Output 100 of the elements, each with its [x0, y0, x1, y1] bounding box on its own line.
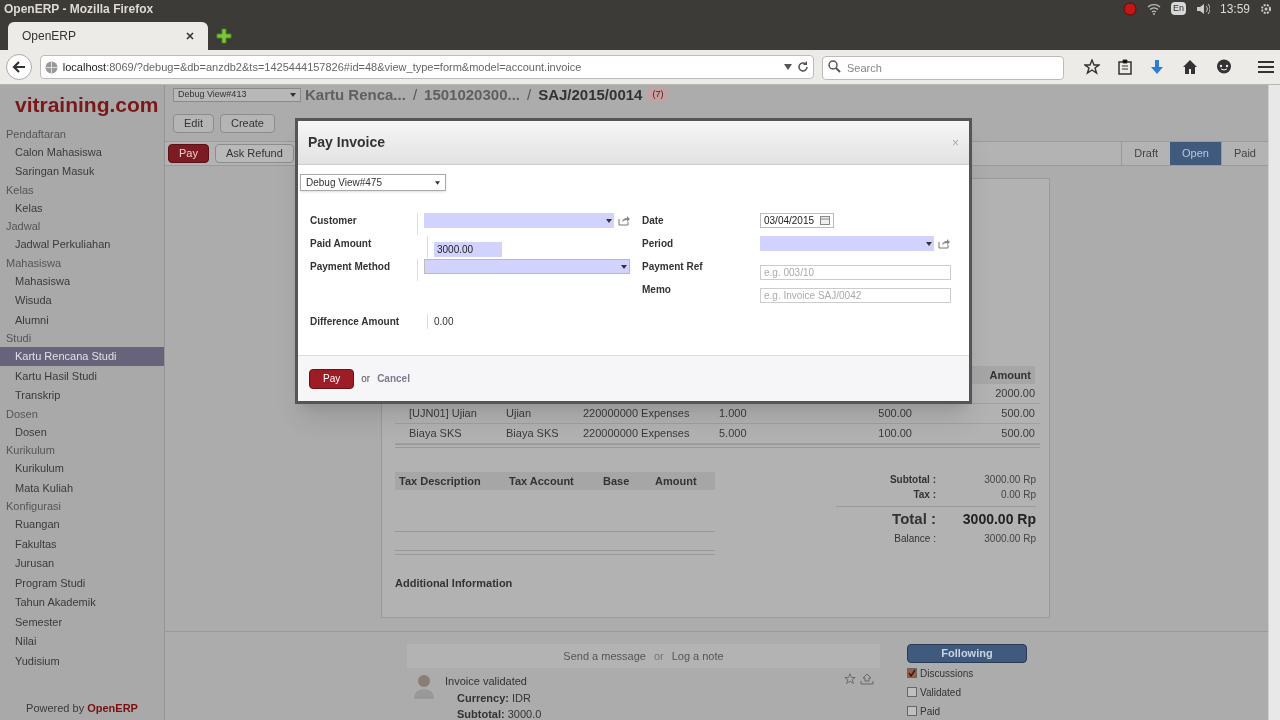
home-icon[interactable]	[1182, 59, 1198, 75]
field-label: Payment Ref	[642, 260, 704, 274]
sidebar-item[interactable]: Program Studi	[0, 573, 164, 593]
url-text: localhost:8069/?debug=&db=anzdb2&ts=1425444157826#id=48&view_type=form&model=account.invoice	[62, 59, 582, 75]
dropdown-field[interactable]	[760, 236, 934, 251]
cancel-link[interactable]: Cancel	[377, 371, 410, 386]
sidebar-item[interactable]: Jurusan	[0, 553, 164, 573]
date-field[interactable]: 03/04/2015	[760, 213, 834, 228]
sidebar-item[interactable]: Mata Kuliah	[0, 478, 164, 498]
download-icon[interactable]	[1150, 59, 1164, 75]
sidebar-item[interactable]: Kartu Rencana Studi	[0, 346, 164, 366]
chat-icon[interactable]	[1216, 59, 1232, 75]
sidebar-item[interactable]: Jadwal Perkuliahan	[0, 234, 164, 254]
table-cell-text: 500.00	[1000, 406, 1035, 422]
star-icon[interactable]	[844, 673, 856, 685]
field-label: Paid Amount	[310, 236, 428, 258]
sidebar-item[interactable]: Kelas	[0, 198, 164, 218]
powered-by-text: Powered by OpenERP	[25, 700, 139, 716]
sidebar-item[interactable]: Transkrip	[0, 385, 164, 405]
table-cell-text: 100.00	[877, 426, 912, 442]
star-icon[interactable]	[1084, 59, 1100, 75]
clock[interactable]: 13:59	[1219, 0, 1250, 18]
keyboard-indicator[interactable]: En	[1170, 1, 1186, 16]
browser-tab[interactable]: OpenERP	[8, 22, 208, 50]
select-field[interactable]	[424, 259, 630, 274]
external-link-icon[interactable]	[618, 215, 630, 226]
sidebar-item[interactable]: Nilai	[0, 631, 164, 651]
column-header: Tax Account	[509, 473, 575, 489]
sidebar-item[interactable]: Semester	[0, 612, 164, 632]
or-text: or	[361, 372, 371, 386]
field-label: Difference Amount	[310, 314, 428, 329]
dropdown-icon[interactable]	[784, 64, 792, 70]
pay-button[interactable]: Pay	[309, 368, 355, 389]
volume-icon[interactable]	[1195, 2, 1210, 15]
calendar-icon[interactable]	[820, 216, 830, 225]
log-note-link[interactable]: Log a note	[671, 647, 724, 665]
input-field[interactable]: e.g. Invoice SAJ/0042	[760, 288, 951, 303]
column-header: Base	[603, 473, 631, 489]
menu-icon[interactable]	[1258, 60, 1274, 74]
table-cell-text: 500.00	[877, 406, 912, 422]
sidebar-item[interactable]: Kurikulum	[0, 458, 164, 478]
input-field[interactable]: 3000.00	[434, 242, 502, 257]
reload-icon[interactable]	[797, 61, 809, 73]
field-label: Memo	[642, 283, 672, 297]
checkbox-label: Validated	[920, 685, 961, 700]
sidebar-item[interactable]: Tahun Akademik	[0, 592, 164, 612]
caret-icon	[926, 241, 932, 246]
view-selector[interactable]: Debug View#413	[173, 88, 301, 102]
url-field[interactable]: localhost:8069/?debug=&db=anzdb2&ts=1425444157826#id=48&view_type=form&model=account.invoice	[39, 55, 814, 79]
table-cell-text: 2000.00	[994, 386, 1035, 402]
message-count-badge: (7)	[648, 88, 668, 102]
input-field[interactable]: e.g. 003/10	[760, 265, 951, 280]
logo-text: vitraining.com	[14, 92, 160, 119]
caret-icon	[606, 218, 612, 223]
toolbar-button[interactable]: Edit	[173, 114, 214, 133]
table-cell-text: Biaya SKS	[506, 426, 560, 442]
table-cell-text: [UJN01] Ujian	[409, 406, 478, 422]
settings-icon[interactable]	[1260, 2, 1272, 15]
checkbox[interactable]	[907, 706, 917, 716]
table-cell-text: 5.000	[719, 426, 748, 442]
sidebar-item[interactable]: Alumni	[0, 310, 164, 330]
action-button[interactable]: Pay	[168, 144, 209, 163]
following-button[interactable]: Following	[907, 644, 1027, 663]
status-stage[interactable]: Open	[1170, 142, 1221, 165]
sidebar-item[interactable]: Mahasiswa	[0, 271, 164, 291]
total-value: 3000.00 Rp	[983, 473, 1036, 487]
external-link-icon[interactable]	[938, 238, 950, 249]
sidebar-item[interactable]: Kartu Hasil Studi	[0, 366, 164, 386]
field-label: Period	[642, 237, 675, 251]
caret-icon	[435, 180, 440, 185]
sidebar-item[interactable]: Calon Mahasiswa	[0, 142, 164, 162]
checkbox[interactable]	[907, 687, 917, 697]
view-selector[interactable]: Debug View#475	[300, 174, 446, 191]
reply-icon[interactable]	[860, 673, 874, 685]
table-cell-text: Biaya SKS	[409, 426, 463, 442]
caret-icon	[621, 264, 627, 269]
checkbox[interactable]	[907, 668, 917, 678]
sidebar-item[interactable]: Ruangan	[0, 514, 164, 534]
breadcrumb-link[interactable]: 1501020300...	[424, 83, 520, 107]
back-button[interactable]	[6, 54, 32, 80]
caret-icon	[290, 93, 296, 97]
breadcrumb-separator: /	[526, 84, 533, 105]
breadcrumb-link[interactable]: Kartu Renca...	[305, 83, 406, 107]
or-text: or	[653, 648, 664, 664]
sidebar-item[interactable]: Dosen	[0, 422, 164, 442]
section-title: Kelas	[5, 182, 35, 198]
search-field[interactable]: Search	[822, 56, 1064, 80]
table-cell-text: 220000000 Expenses	[583, 426, 691, 442]
action-button[interactable]: Ask Refund	[214, 144, 294, 163]
plus-icon[interactable]	[216, 28, 232, 44]
sidebar-item[interactable]: Fakultas	[0, 534, 164, 554]
sidebar-item[interactable]: Wisuda	[0, 290, 164, 310]
sidebar-item[interactable]: Saringan Masuk	[0, 161, 164, 181]
dropdown-field[interactable]	[424, 213, 614, 228]
sidebar-item[interactable]: Yudisium	[0, 651, 164, 671]
send-message-link[interactable]: Send a message	[563, 647, 646, 665]
toolbar-button[interactable]: Create	[219, 114, 275, 133]
wifi-icon[interactable]	[1146, 2, 1161, 15]
reading-list-icon[interactable]	[1118, 59, 1132, 75]
close-icon[interactable]	[186, 32, 194, 40]
